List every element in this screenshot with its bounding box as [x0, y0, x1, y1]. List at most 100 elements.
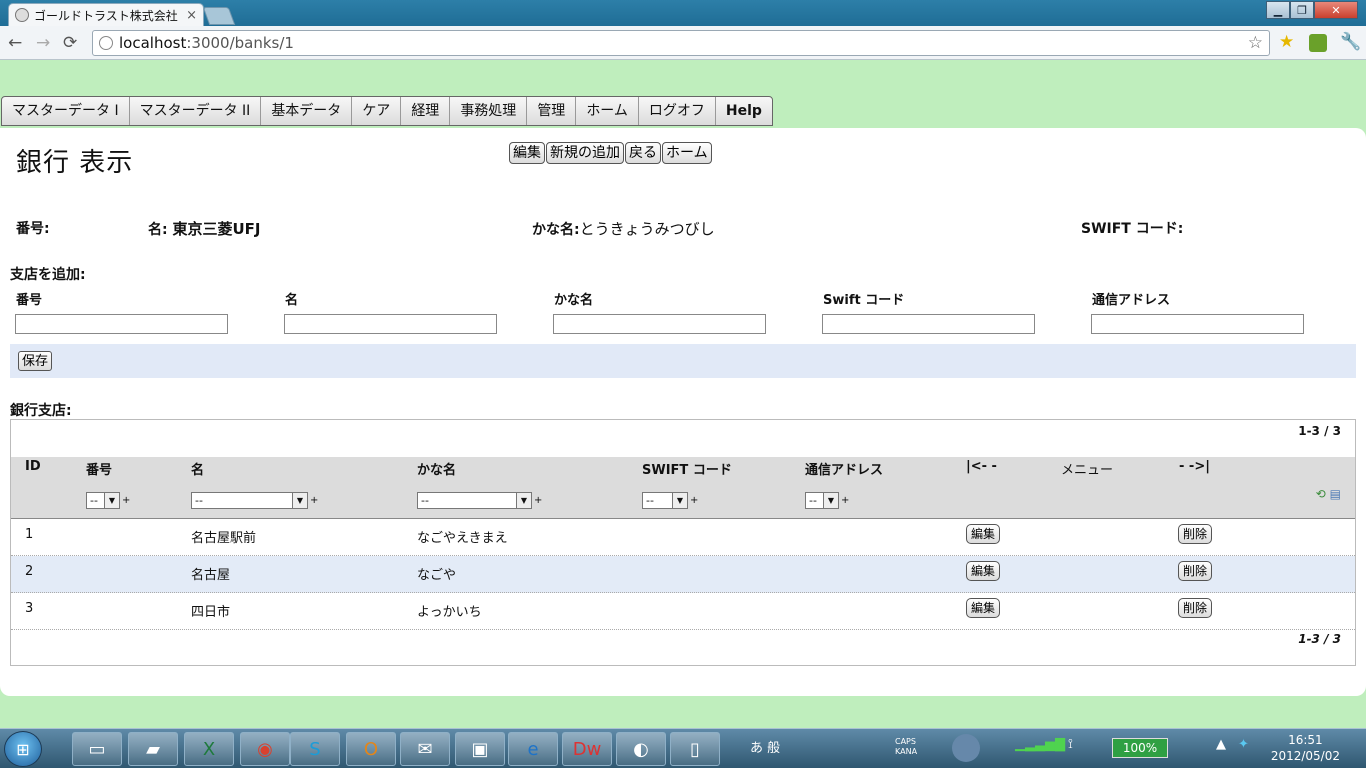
browser-toolbar: ← → ⟳ localhost:3000/banks/1 ☆ ★ 🔧 — [0, 26, 1366, 60]
last-page-link[interactable]: - ->| — [1179, 459, 1210, 474]
excel-icon[interactable]: X — [184, 732, 234, 766]
globe-icon — [15, 8, 29, 22]
filter-swift[interactable]: -- ▼ + — [642, 491, 698, 509]
search-app-icon[interactable]: ◐ — [616, 732, 666, 766]
back-button[interactable]: ← — [8, 33, 22, 53]
wifi-icon[interactable]: ⟟ — [1068, 737, 1073, 752]
cell-name: 名古屋駅前 — [191, 531, 257, 546]
home-button[interactable]: ホーム — [662, 142, 712, 164]
filter-number-add[interactable]: + — [122, 495, 130, 506]
branches-grid: 1-3 / 3 ID 番号 名 かな名 SWIFT コード 通信アドレス |<-… — [10, 419, 1356, 666]
skype-icon[interactable]: S — [290, 732, 340, 766]
col-header-kana[interactable]: かな名 — [417, 459, 456, 478]
address-bar[interactable]: localhost:3000/banks/1 ☆ — [92, 30, 1270, 56]
minimize-button[interactable]: ▁ — [1266, 1, 1290, 19]
menu-item-office[interactable]: 事務処理 — [450, 97, 528, 125]
wrench-icon[interactable]: 🔧 — [1340, 32, 1361, 52]
filter-name-value: -- — [195, 493, 203, 507]
add-new-button[interactable]: 新規の追加 — [546, 142, 624, 164]
filter-swift-add[interactable]: + — [690, 495, 698, 506]
menu-item-care[interactable]: ケア — [352, 97, 402, 125]
row-delete-button[interactable]: 削除 — [1178, 598, 1213, 618]
reload-button[interactable]: ⟳ — [63, 33, 77, 53]
pager-top: 1-3 / 3 — [1298, 424, 1341, 438]
branch-name-input[interactable] — [284, 314, 497, 334]
branch-swift-input[interactable] — [822, 314, 1035, 334]
table-row: 2 名古屋 なごや 編集 削除 — [11, 556, 1355, 593]
col-header-swift[interactable]: SWIFT コード — [642, 459, 732, 478]
maximize-button[interactable]: ❐ — [1290, 1, 1314, 19]
first-page-link[interactable]: |<- - — [966, 459, 997, 474]
row-delete-button[interactable]: 削除 — [1178, 524, 1213, 544]
branch-address-input[interactable] — [1091, 314, 1304, 334]
back-button[interactable]: 戻る — [625, 142, 661, 164]
menu-item-admin[interactable]: 管理 — [527, 97, 577, 125]
filter-name-select[interactable]: -- ▼ — [191, 491, 308, 509]
dropbox-icon[interactable]: ✦ — [1238, 737, 1249, 752]
menu-item-help[interactable]: Help — [716, 97, 772, 125]
cell-id: 3 — [25, 601, 34, 616]
col-header-number[interactable]: 番号 — [86, 459, 112, 478]
close-window-button[interactable]: ✕ — [1314, 1, 1358, 19]
document-icon[interactable]: ▯ — [670, 732, 720, 766]
filter-name[interactable]: -- ▼ + — [191, 491, 318, 509]
col-header-id[interactable]: ID — [25, 459, 41, 474]
grid-tools: ⟲ ▤ — [1316, 487, 1341, 501]
url-host: localhost — [119, 34, 187, 52]
vpn-icon[interactable] — [952, 734, 980, 762]
forward-button[interactable]: → — [36, 33, 50, 53]
list-view-icon[interactable]: ▤ — [1330, 487, 1341, 501]
extension-icon[interactable] — [1309, 34, 1327, 52]
page-title: 銀行 表示 — [16, 148, 134, 178]
filter-kana-add[interactable]: + — [534, 495, 542, 506]
tab-close-button[interactable]: × — [186, 8, 197, 23]
menu-item-home[interactable]: ホーム — [576, 97, 639, 125]
menu-item-master-data-2[interactable]: マスターデータ II — [130, 97, 262, 125]
filter-kana-select[interactable]: -- ▼ — [417, 491, 532, 509]
col-header-name[interactable]: 名 — [191, 459, 204, 478]
dreamweaver-icon[interactable]: Dw — [562, 732, 612, 766]
explorer-icon[interactable]: ▭ — [72, 732, 122, 766]
signal-icon[interactable]: ▁▂▃▅▇ — [1015, 737, 1065, 752]
menu-item-accounting[interactable]: 経理 — [401, 97, 451, 125]
notebook-icon[interactable]: ▰ — [128, 732, 178, 766]
refresh-icon[interactable]: ⟲ — [1316, 487, 1326, 501]
chevron-down-icon: ▼ — [104, 492, 119, 508]
col-header-address[interactable]: 通信アドレス — [805, 459, 883, 478]
menu-item-logoff[interactable]: ログオフ — [639, 97, 716, 125]
menu-item-master-data-1[interactable]: マスターデータ I — [2, 97, 130, 125]
ie-icon[interactable]: e — [508, 732, 558, 766]
filter-address[interactable]: -- ▼ + — [805, 491, 849, 509]
filter-number-select[interactable]: -- ▼ — [86, 491, 120, 509]
filter-address-select[interactable]: -- ▼ — [805, 491, 839, 509]
row-edit-button[interactable]: 編集 — [966, 524, 1001, 544]
row-edit-button[interactable]: 編集 — [966, 561, 1001, 581]
chrome-icon[interactable]: ◉ — [240, 732, 290, 766]
new-tab-button[interactable] — [202, 7, 236, 25]
edit-button[interactable]: 編集 — [509, 142, 545, 164]
menu-item-basic-data[interactable]: 基本データ — [261, 97, 353, 125]
bank-number-label: 番号: — [16, 221, 50, 237]
start-button[interactable]: ⊞ — [4, 731, 42, 767]
filter-kana[interactable]: -- ▼ + — [417, 491, 542, 509]
page-icon — [99, 36, 113, 50]
tray-expand-icon[interactable]: ▲ — [1216, 737, 1226, 752]
terminal-icon[interactable]: ▣ — [455, 732, 505, 766]
filter-number[interactable]: -- ▼ + — [86, 491, 130, 509]
filter-name-add[interactable]: + — [310, 495, 318, 506]
row-edit-button[interactable]: 編集 — [966, 598, 1001, 618]
save-button[interactable]: 保存 — [18, 351, 53, 371]
browser-tab[interactable]: ゴールドトラスト株式会社 × — [8, 3, 204, 26]
mail-icon[interactable]: ✉ — [400, 732, 450, 766]
battery-indicator[interactable]: 100% — [1112, 738, 1168, 758]
clock[interactable]: 16:51 2012/05/02 — [1271, 732, 1340, 764]
star-extension-icon[interactable]: ★ — [1279, 32, 1294, 52]
bookmark-star-icon[interactable]: ☆ — [1248, 33, 1263, 53]
filter-address-add[interactable]: + — [841, 495, 849, 506]
branch-kana-input[interactable] — [553, 314, 766, 334]
ime-indicator[interactable]: あ 般 — [750, 737, 780, 756]
outlook-icon[interactable]: O — [346, 732, 396, 766]
row-delete-button[interactable]: 削除 — [1178, 561, 1213, 581]
branch-number-input[interactable] — [15, 314, 228, 334]
filter-swift-select[interactable]: -- ▼ — [642, 491, 688, 509]
